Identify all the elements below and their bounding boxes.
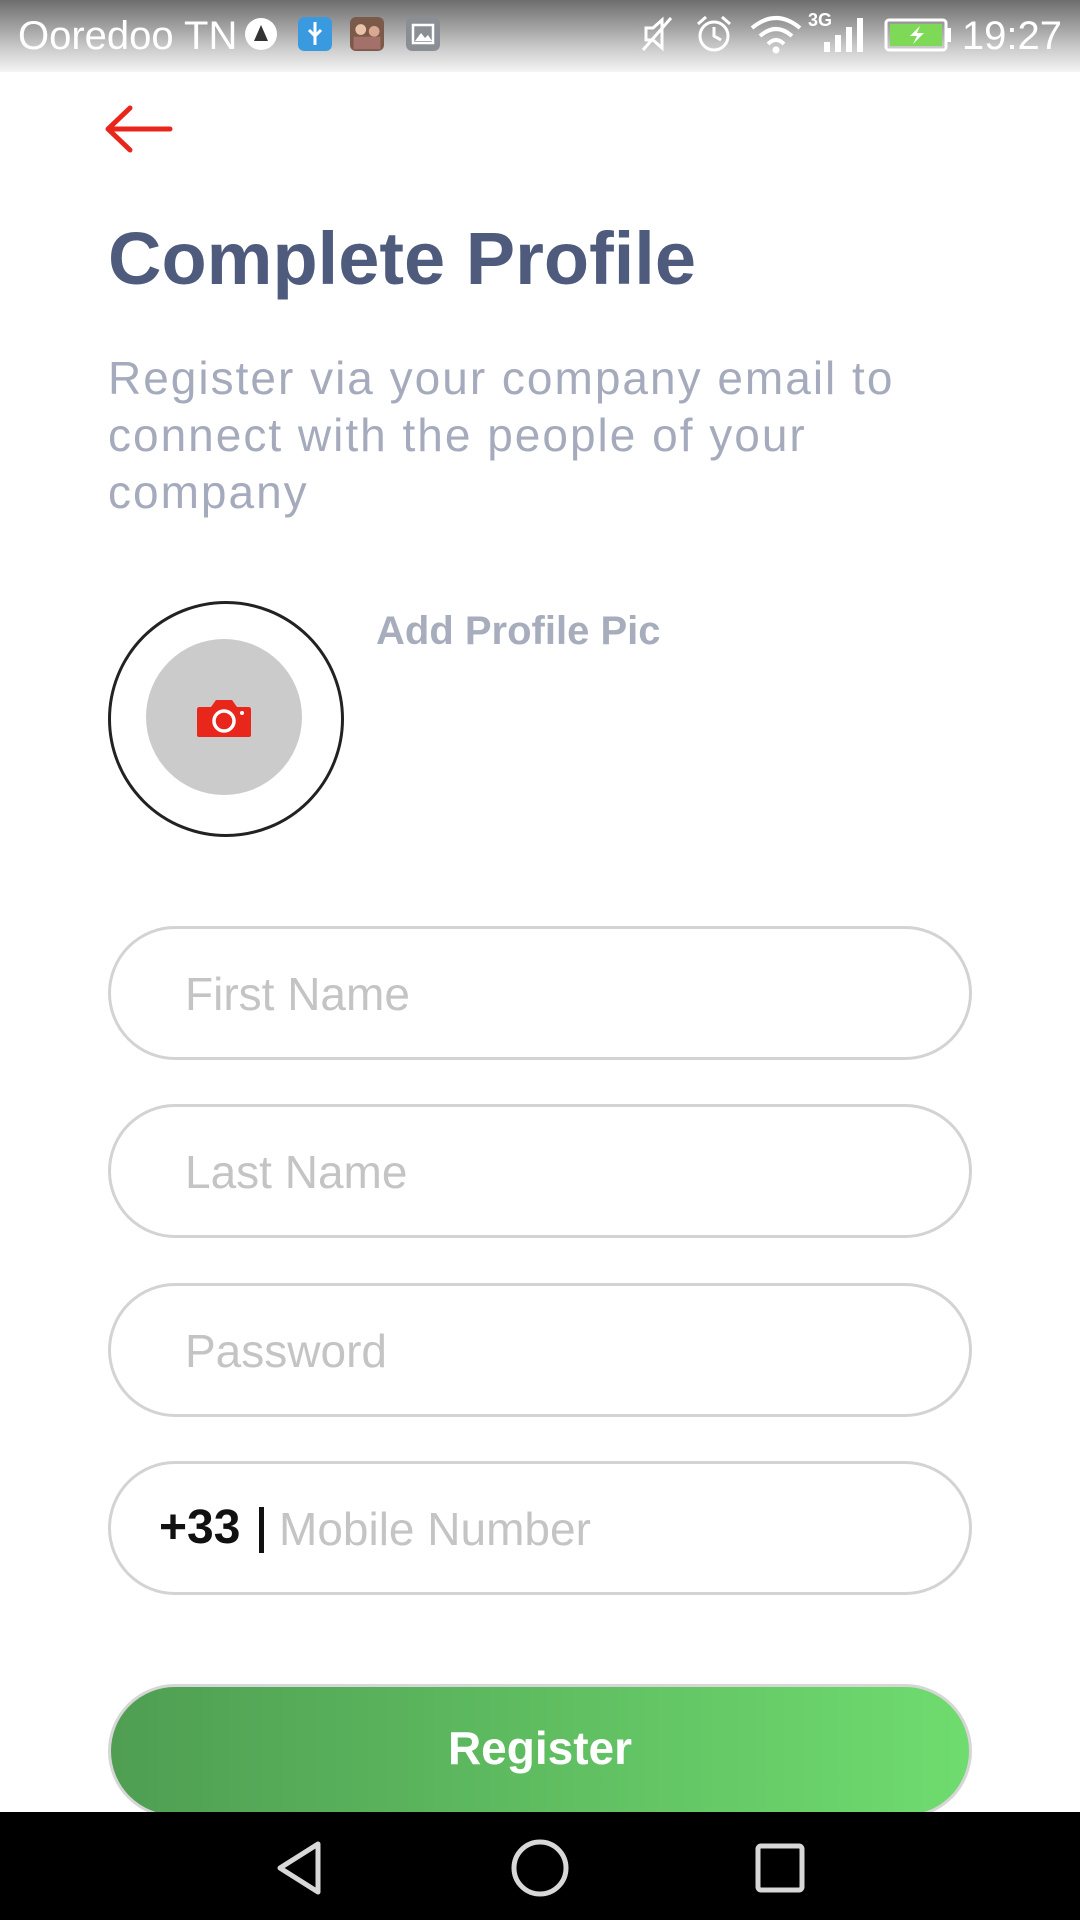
- mobile-number-field[interactable]: +33: [108, 1461, 972, 1595]
- alarm-icon: [697, 15, 731, 52]
- register-button[interactable]: Register: [108, 1684, 972, 1818]
- photo-thumbnail-icon: [350, 17, 384, 51]
- status-time: 19:27: [961, 14, 1062, 58]
- battery-charging-icon: [884, 18, 951, 52]
- notification-app-icon: [245, 18, 277, 50]
- navigation-bar: [0, 1812, 1080, 1920]
- avatar-placeholder[interactable]: [146, 639, 302, 795]
- mobile-number-input[interactable]: [277, 1464, 921, 1594]
- camera-icon: [197, 700, 251, 737]
- gallery-icon: [406, 17, 440, 51]
- last-name-input[interactable]: [183, 1107, 927, 1237]
- country-code-prefix[interactable]: +33: [159, 1500, 240, 1556]
- mute-icon: [641, 16, 673, 52]
- page-title: Complete Profile: [108, 217, 696, 300]
- recents-icon[interactable]: [748, 1836, 812, 1900]
- last-name-field[interactable]: [108, 1104, 972, 1238]
- add-profile-pic-label[interactable]: Add Profile Pic: [376, 606, 661, 656]
- password-input[interactable]: [183, 1286, 927, 1416]
- status-bar: Ooredoo TN 3G 19:27: [0, 0, 1080, 72]
- first-name-input[interactable]: [183, 929, 927, 1059]
- usb-icon: [298, 17, 332, 51]
- carrier-name: Ooredoo TN: [18, 14, 238, 58]
- wifi-icon: [750, 16, 802, 54]
- password-field[interactable]: [108, 1283, 972, 1417]
- home-icon[interactable]: [508, 1836, 572, 1900]
- profile-pic-picker[interactable]: [108, 601, 344, 837]
- page-subtitle: Register via your company email to conne…: [108, 352, 895, 518]
- prefix-divider: [259, 1507, 264, 1553]
- signal-icon: [824, 18, 863, 52]
- arrow-left-icon[interactable]: [104, 104, 176, 154]
- first-name-field[interactable]: [108, 926, 972, 1060]
- back-icon[interactable]: [268, 1836, 332, 1900]
